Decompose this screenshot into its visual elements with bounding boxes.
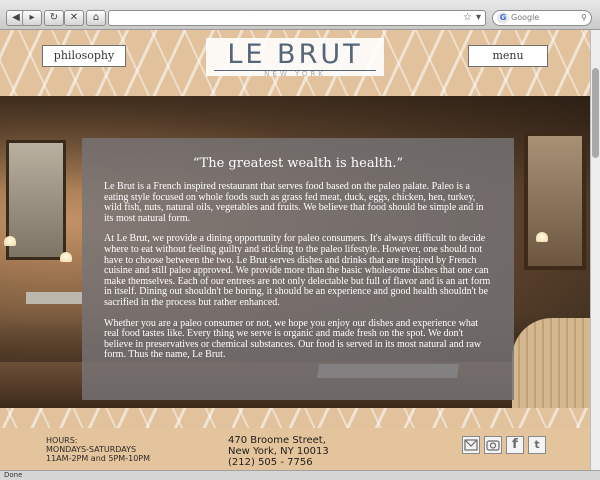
address-bar-actions: ☆ ▾ bbox=[459, 11, 481, 25]
site-sublogo: NEW YORK bbox=[264, 70, 326, 78]
philosophy-paragraph: At Le Brut, we provide a dining opportun… bbox=[104, 233, 491, 308]
mail-icon[interactable] bbox=[462, 436, 480, 454]
photo-mirror bbox=[524, 132, 586, 270]
wall-lamp bbox=[4, 236, 16, 246]
philosophy-button[interactable]: philosophy bbox=[42, 45, 126, 67]
dropdown-arrow-icon[interactable]: ▾ bbox=[476, 12, 481, 23]
forward-arrow-icon[interactable]: ▸ bbox=[22, 10, 42, 26]
vertical-scrollbar[interactable] bbox=[590, 30, 600, 470]
status-bar: Done bbox=[0, 470, 600, 480]
menu-button[interactable]: menu bbox=[468, 45, 548, 67]
reload-icon[interactable]: ↻ bbox=[44, 10, 64, 26]
page-viewport: philosophy LE BRUT NEW YORK menu “The gr… bbox=[0, 30, 590, 470]
address-city: New York, NY 10013 bbox=[228, 446, 329, 457]
photo-banquette bbox=[512, 318, 590, 414]
scrollbar-thumb[interactable] bbox=[592, 68, 599, 158]
hours-days: MONDAYS-SATURDAYS bbox=[46, 445, 137, 454]
camera-icon[interactable] bbox=[484, 436, 502, 454]
google-icon: G bbox=[497, 12, 509, 24]
bookmark-star-icon[interactable]: ☆ bbox=[463, 12, 472, 23]
magnifier-icon[interactable]: ⚲ bbox=[581, 11, 587, 25]
address-street: 470 Broome Street, bbox=[228, 435, 326, 446]
address-block: 470 Broome Street, New York, NY 10013 (2… bbox=[228, 435, 329, 468]
philosophy-paragraph: Le Brut is a French inspired restaurant … bbox=[104, 181, 484, 224]
back-forward-group: ◀ ▸ bbox=[6, 10, 42, 26]
philosophy-paragraph: Whether you are a paleo consumer or not,… bbox=[104, 317, 482, 361]
address-bar[interactable]: ☆ ▾ bbox=[108, 10, 486, 26]
hours-times: 11AM-2PM and 5PM-10PM bbox=[46, 454, 151, 463]
home-icon[interactable]: ⌂ bbox=[86, 10, 106, 26]
twitter-icon[interactable]: t bbox=[528, 436, 546, 454]
facebook-icon[interactable]: f bbox=[506, 436, 524, 454]
wall-lamp bbox=[536, 232, 548, 242]
search-box[interactable]: G Google ⚲ bbox=[492, 10, 592, 26]
footer-pattern bbox=[0, 408, 590, 428]
site-header: philosophy LE BRUT NEW YORK menu bbox=[0, 30, 590, 96]
stop-icon[interactable]: ✕ bbox=[64, 10, 84, 26]
status-text: Done bbox=[4, 471, 23, 479]
phone-number[interactable]: (212) 505 - 7756 bbox=[228, 457, 329, 468]
search-placeholder: Google bbox=[511, 13, 540, 22]
philosophy-card: “The greatest wealth is health.” Le Brut… bbox=[82, 138, 514, 400]
photo-table bbox=[26, 292, 82, 304]
browser-toolbar: ◀ ▸ ↻ ✕ ⌂ ☆ ▾ G Google ⚲ bbox=[0, 0, 600, 30]
hours-title: HOURS: bbox=[46, 436, 78, 445]
hours-block: HOURS: MONDAYS-SATURDAYS 11AM-2PM and 5P… bbox=[46, 436, 150, 463]
philosophy-quote: “The greatest wealth is health.” bbox=[192, 156, 404, 171]
site-footer: HOURS: MONDAYS-SATURDAYS 11AM-2PM and 5P… bbox=[0, 428, 590, 470]
wall-lamp bbox=[60, 252, 72, 262]
site-logo[interactable]: LE BRUT bbox=[206, 39, 384, 70]
